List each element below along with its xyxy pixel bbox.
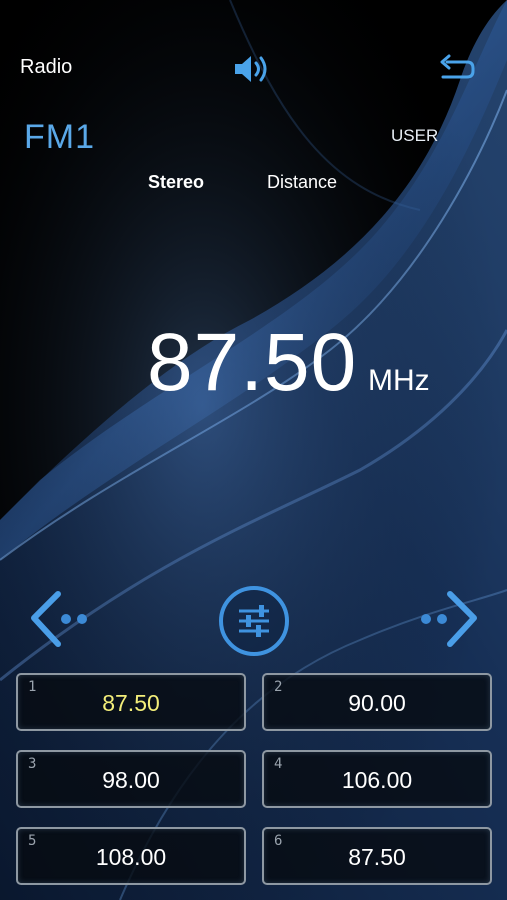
stereo-indicator: Stereo <box>148 172 205 192</box>
preset-frequency: 90.00 <box>348 690 406 716</box>
eq-mode-label: USER <box>391 126 439 145</box>
return-arrow-icon <box>440 54 475 79</box>
speaker-icon <box>235 56 267 82</box>
seek-next-icon <box>421 591 477 647</box>
seek-previous-button[interactable] <box>28 588 98 658</box>
preset-button-6[interactable]: 6 87.50 <box>262 827 492 885</box>
seek-previous-icon <box>31 591 87 647</box>
preset-button-3[interactable]: 3 98.00 <box>16 750 246 808</box>
preset-frequency: 98.00 <box>102 767 160 793</box>
equalizer-button[interactable] <box>217 584 291 658</box>
preset-frequency: 108.00 <box>95 844 167 870</box>
back-button[interactable] <box>437 52 477 84</box>
frequency-unit: MHz <box>368 364 430 397</box>
preset-frequency: 87.50 <box>102 690 160 716</box>
distance-indicator: Distance <box>267 172 338 192</box>
preset-button-1[interactable]: 1 87.50 <box>16 673 246 731</box>
preset-button-4[interactable]: 4 106.00 <box>262 750 492 808</box>
preset-button-5[interactable]: 5 108.00 <box>16 827 246 885</box>
volume-button[interactable] <box>232 52 274 86</box>
equalizer-sliders-icon <box>219 586 289 656</box>
frequency-display: 87.50 <box>147 317 358 408</box>
preset-frequency: 106.00 <box>341 767 413 793</box>
preset-frequency: 87.50 <box>348 844 406 870</box>
app-title: Radio <box>20 56 73 78</box>
preset-button-2[interactable]: 2 90.00 <box>262 673 492 731</box>
band-label[interactable]: FM1 <box>24 118 95 157</box>
seek-next-button[interactable] <box>410 588 480 658</box>
